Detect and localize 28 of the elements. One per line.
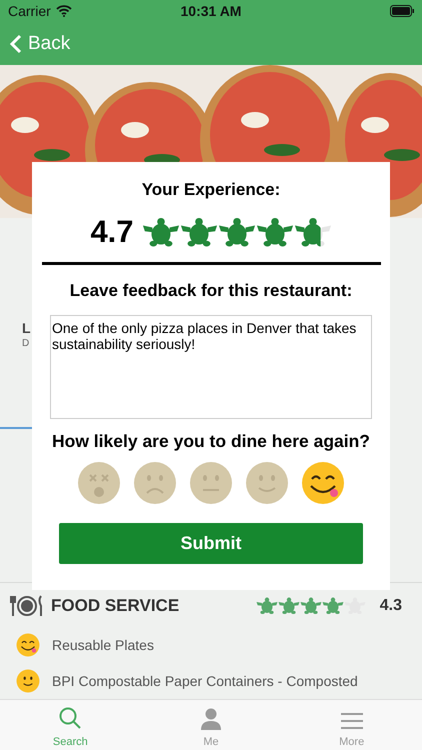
question-label: How likely are you to dine here again? xyxy=(52,431,370,452)
back-chevron-icon xyxy=(10,34,22,54)
tab-bar-item[interactable]: More xyxy=(281,700,422,750)
face-icon xyxy=(16,633,40,657)
wifi-icon xyxy=(56,5,72,17)
face-option[interactable] xyxy=(301,461,345,505)
restaurant-name: L xyxy=(22,320,31,336)
tab-bar-item[interactable]: Search xyxy=(0,700,141,750)
category-title: FOOD SERVICE xyxy=(51,596,180,616)
feedback-label: Leave feedback for this restaurant: xyxy=(70,281,352,301)
plate-icon xyxy=(10,595,43,617)
clock-time: 10:31 AM xyxy=(180,3,242,19)
rating-score: 4.7 xyxy=(90,214,134,250)
menu-icon xyxy=(340,712,363,730)
battery-icon xyxy=(390,5,414,17)
restaurant-subtitle: D xyxy=(22,338,30,349)
person-icon xyxy=(200,708,222,730)
card-title: Your Experience: xyxy=(142,180,280,200)
face-icon xyxy=(16,669,40,693)
tab-bar-item[interactable]: Me xyxy=(140,700,282,750)
submit-button[interactable]: Submit xyxy=(59,523,363,564)
practice-label: Reusable Plates xyxy=(52,637,154,653)
practice-label: BPI Compostable Paper Containers - Composted xyxy=(52,673,358,689)
carrier-label: Carrier xyxy=(8,3,51,19)
category-score: 4.3 xyxy=(380,597,402,615)
search-icon xyxy=(58,706,82,730)
feedback-field[interactable]: One of the only pizza places in Denver that takes sustainability seriously! xyxy=(50,315,372,419)
back-button[interactable]: Back xyxy=(10,32,70,54)
